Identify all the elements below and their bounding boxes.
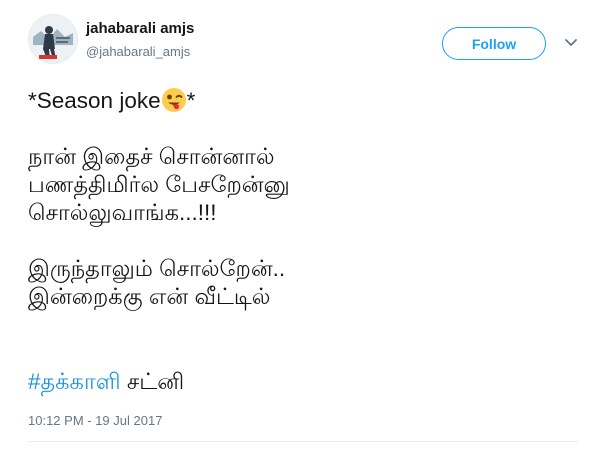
tweet-text: *Season joke * நான் இதைச் சொன்னால் பணத்தி… bbox=[28, 87, 588, 311]
follow-button[interactable]: Follow bbox=[442, 27, 546, 60]
tweet-line-4: சொல்லுவாங்க...!!! bbox=[28, 200, 217, 225]
tweet-line-5: இருந்தாலும் சொல்றேன்.. bbox=[28, 256, 286, 281]
tweet-line-1: *Season joke * bbox=[28, 87, 588, 115]
tweet-line-1-suffix: * bbox=[186, 88, 196, 113]
tweet-line-2: நான் இதைச் சொன்னால் bbox=[28, 144, 275, 169]
tweet-line-3: பணத்திமிர்ல பேசறேன்னு bbox=[28, 172, 290, 197]
tweet-card: jahabarali amjs @jahabarali_amjs Follow … bbox=[0, 0, 600, 450]
tweet-hashtag-line: #தக்காளி சட்னி bbox=[28, 368, 184, 396]
display-name[interactable]: jahabarali amjs bbox=[86, 20, 194, 37]
avatar[interactable] bbox=[28, 14, 78, 64]
tweet-line-1-text: *Season joke bbox=[28, 88, 161, 113]
tweet-timestamp[interactable]: 10:12 PM - 19 Jul 2017 bbox=[28, 413, 162, 428]
winking-face-with-tongue-emoji-icon bbox=[161, 88, 186, 112]
chevron-down-icon[interactable] bbox=[563, 36, 579, 50]
divider bbox=[28, 441, 578, 442]
tweet-spacer bbox=[28, 227, 588, 255]
hashtag-tail-text: சட்னி bbox=[120, 369, 185, 394]
hashtag-link[interactable]: #தக்காளி bbox=[28, 369, 121, 394]
avatar-image bbox=[29, 15, 77, 63]
user-handle[interactable]: @jahabarali_amjs bbox=[86, 44, 190, 59]
tweet-line-6: இன்றைக்கு என் வீட்டில் bbox=[28, 284, 271, 309]
tweet-spacer bbox=[28, 115, 588, 143]
